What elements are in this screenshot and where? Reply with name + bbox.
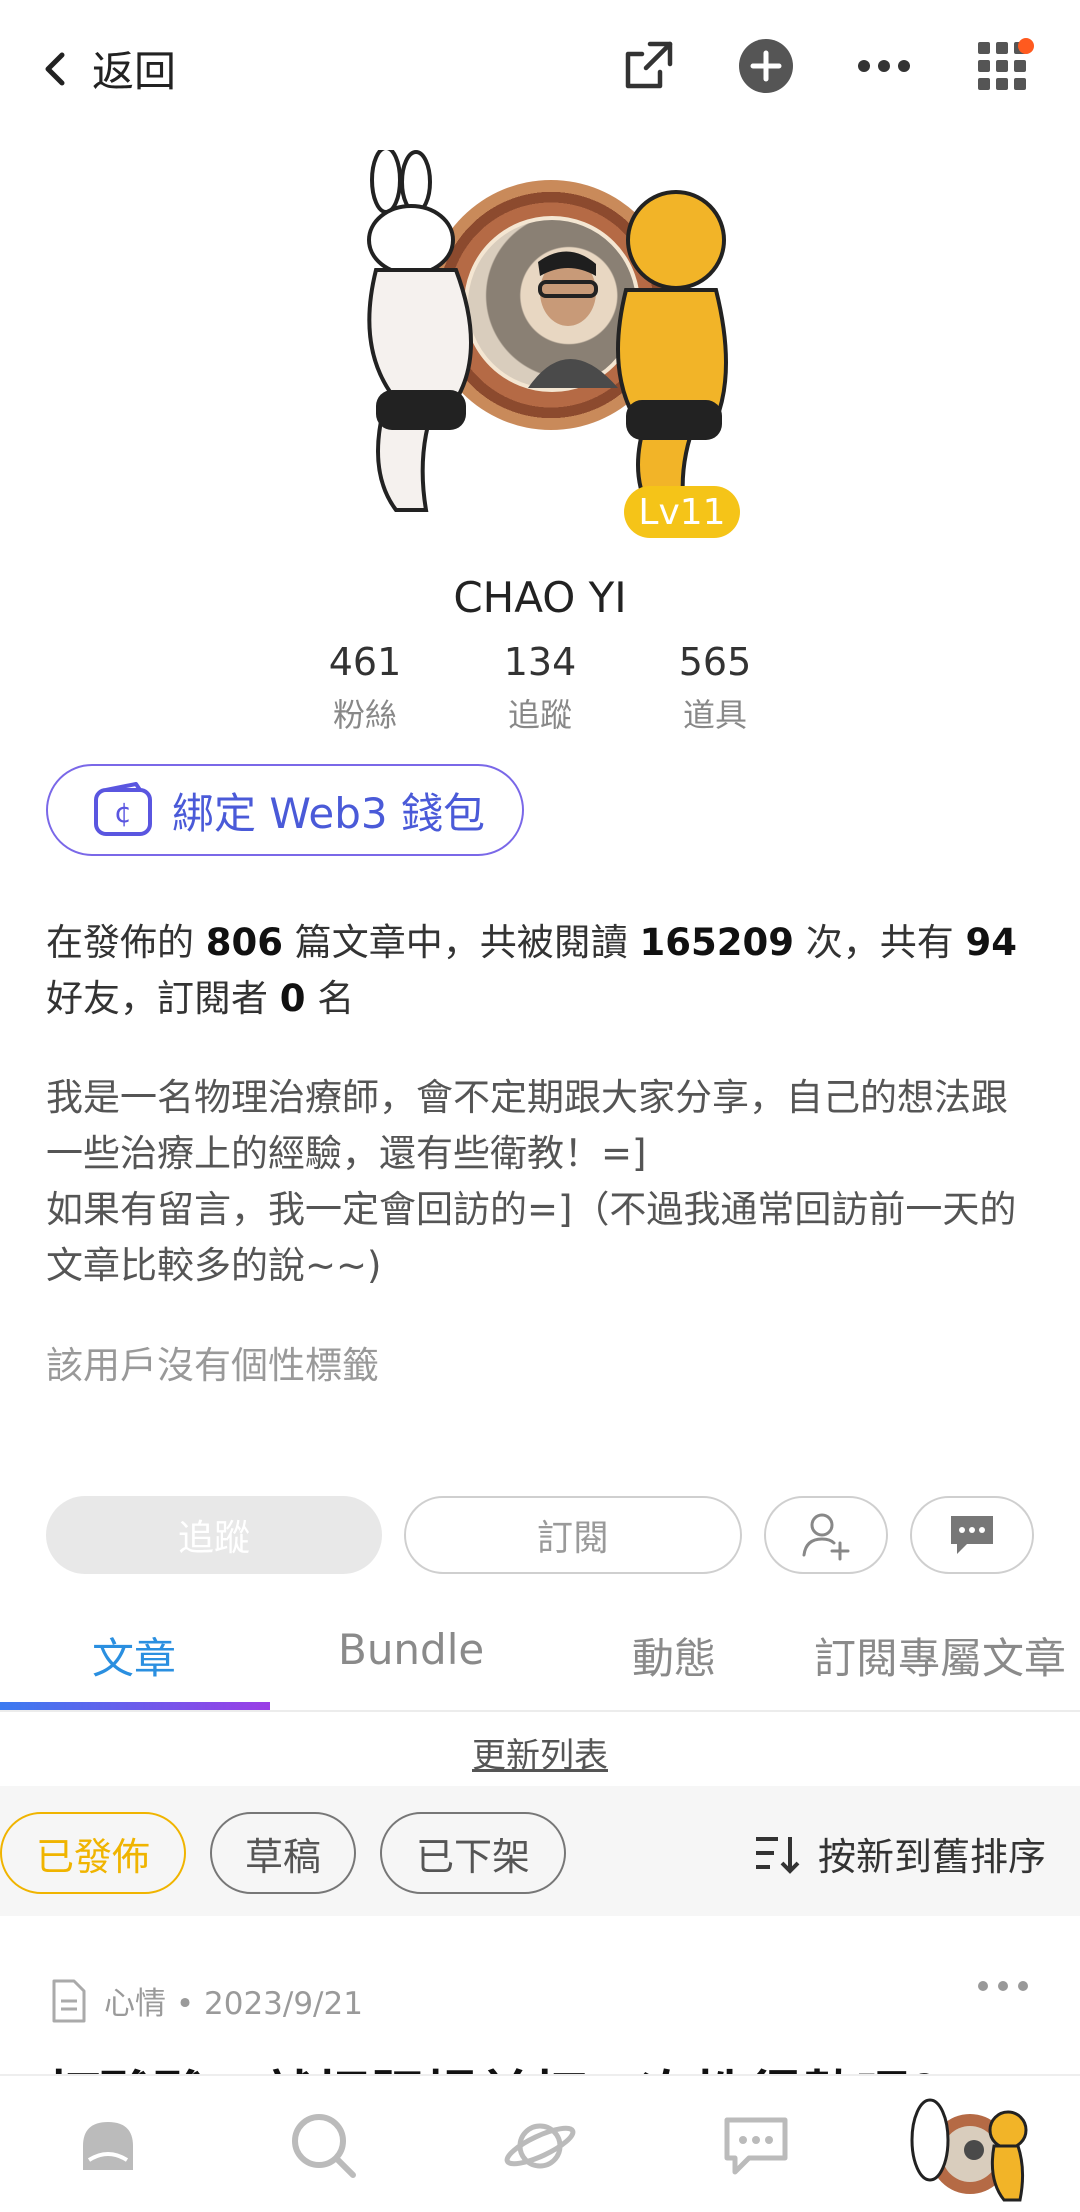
sort-icon [755,1836,800,1874]
post-meta: 心情 • 2023/9/21 [50,1978,363,2023]
tab-subscriber-articles[interactable]: 訂閱專屬文章 [814,1625,1080,1686]
web3-label: 綁定 Web3 錢包 [172,788,485,838]
stat-following[interactable]: 134 追蹤 [475,640,605,736]
stat-value: 461 [328,640,402,684]
back-button[interactable]: 返回 [40,38,176,99]
profile-stats: 461 粉絲 134 追蹤 565 道具 [300,640,780,736]
share-icon[interactable] [618,36,678,96]
back-label: 返回 [92,47,177,96]
profile-avatar[interactable]: Lv11 [356,150,740,550]
notification-dot [1018,38,1034,54]
stat-label: 道具 [682,696,747,734]
add-friend-icon [802,1513,850,1561]
profile-summary: 在發佈的 806 篇文章中，共被閱讀 165209 次，共有 94 好友，訂閱者… [46,915,1036,1027]
summary-text: 名 [305,977,355,1020]
nav-home-icon[interactable] [68,2106,148,2186]
apps-grid-icon[interactable] [972,36,1034,96]
top-bar: 返回 [0,0,1080,140]
stat-label: 粉絲 [332,696,397,734]
filter-bar: 已發佈 草稿 已下架 按新到舊排序 [0,1786,1080,1916]
message-button[interactable] [910,1496,1034,1574]
rabbit-mascot-icon [367,150,473,512]
refresh-list: 更新列表 [0,1728,1080,1777]
stat-items[interactable]: 565 道具 [650,640,780,736]
article-count: 806 [205,921,283,964]
personal-tags: 該用戶沒有個性標籤 [46,1344,379,1387]
message-icon [951,1516,993,1554]
read-count: 165209 [639,921,794,964]
bottom-nav [0,2074,1080,2212]
tab-bundle[interactable]: Bundle [338,1625,484,1674]
content-tabs: 文章 Bundle 動態 訂閱專屬文章 [0,1615,1080,1711]
summary-text: 篇文章中，共被閱讀 [283,921,640,964]
nav-messages-icon[interactable] [716,2106,796,2186]
summary-text: 在發佈的 [46,921,206,964]
nav-profile-avatar[interactable] [908,2090,1028,2210]
add-icon[interactable] [736,36,796,96]
subscriber-count: 0 [279,977,306,1020]
subscribe-button[interactable]: 訂閱 [404,1496,742,1574]
nav-explore-planet-icon[interactable] [500,2106,580,2186]
more-icon[interactable] [854,36,914,96]
add-friend-button[interactable] [764,1496,888,1574]
summary-text: 好友，訂閱者 [46,977,280,1020]
profile-actions: 追蹤 訂閱 [46,1496,1034,1574]
wallet-icon: ¢ [94,782,152,836]
summary-text: 次，共有 [794,921,966,964]
tab-activity[interactable]: 動態 [632,1625,716,1686]
tab-articles[interactable]: 文章 [92,1625,176,1686]
refresh-list-link[interactable]: 更新列表 [472,1736,608,1776]
follow-button[interactable]: 追蹤 [46,1496,382,1574]
bio-line: 我是一名物理治療師，會不定期跟大家分享，自己的想法跟一些治療上的經驗，還有些衛教… [46,1076,1008,1175]
friend-count: 94 [965,921,1018,964]
profile-name: CHAO YI [453,573,627,622]
post-title[interactable]: 打酸酸，就把肥揚前打一次性得勢呢？ [46,2052,964,2076]
back-arrow-icon [45,52,65,85]
document-icon [52,1979,86,2022]
level-badge: Lv11 [624,486,740,538]
filter-published[interactable]: 已發佈 [0,1812,186,1894]
stat-label: 追蹤 [507,696,572,734]
stat-value: 134 [503,640,577,684]
bind-web3-wallet-button[interactable]: ¢ 綁定 Web3 錢包 [46,764,524,856]
sort-label: 按新到舊排序 [817,1835,1046,1879]
post-more-icon[interactable] [976,1978,1030,1998]
filter-drafts[interactable]: 草稿 [210,1812,356,1894]
filter-unpublished[interactable]: 已下架 [380,1812,566,1894]
bio-line: 如果有留言，我一定會回訪的=]（不過我通常回訪前一天的文章比較多的說~~) [46,1188,1017,1287]
stat-followers[interactable]: 461 粉絲 [300,640,430,736]
sort-button[interactable]: 按新到舊排序 [754,1826,1046,1881]
stat-value: 565 [678,640,752,684]
svg-text:¢: ¢ [114,796,132,829]
tab-divider [0,1710,1080,1712]
nav-search-icon[interactable] [284,2106,364,2186]
profile-bio: 我是一名物理治療師，會不定期跟大家分享，自己的想法跟一些治療上的經驗，還有些衛教… [46,1070,1036,1294]
post-category-date: 心情 • 2023/9/21 [104,1986,363,2022]
